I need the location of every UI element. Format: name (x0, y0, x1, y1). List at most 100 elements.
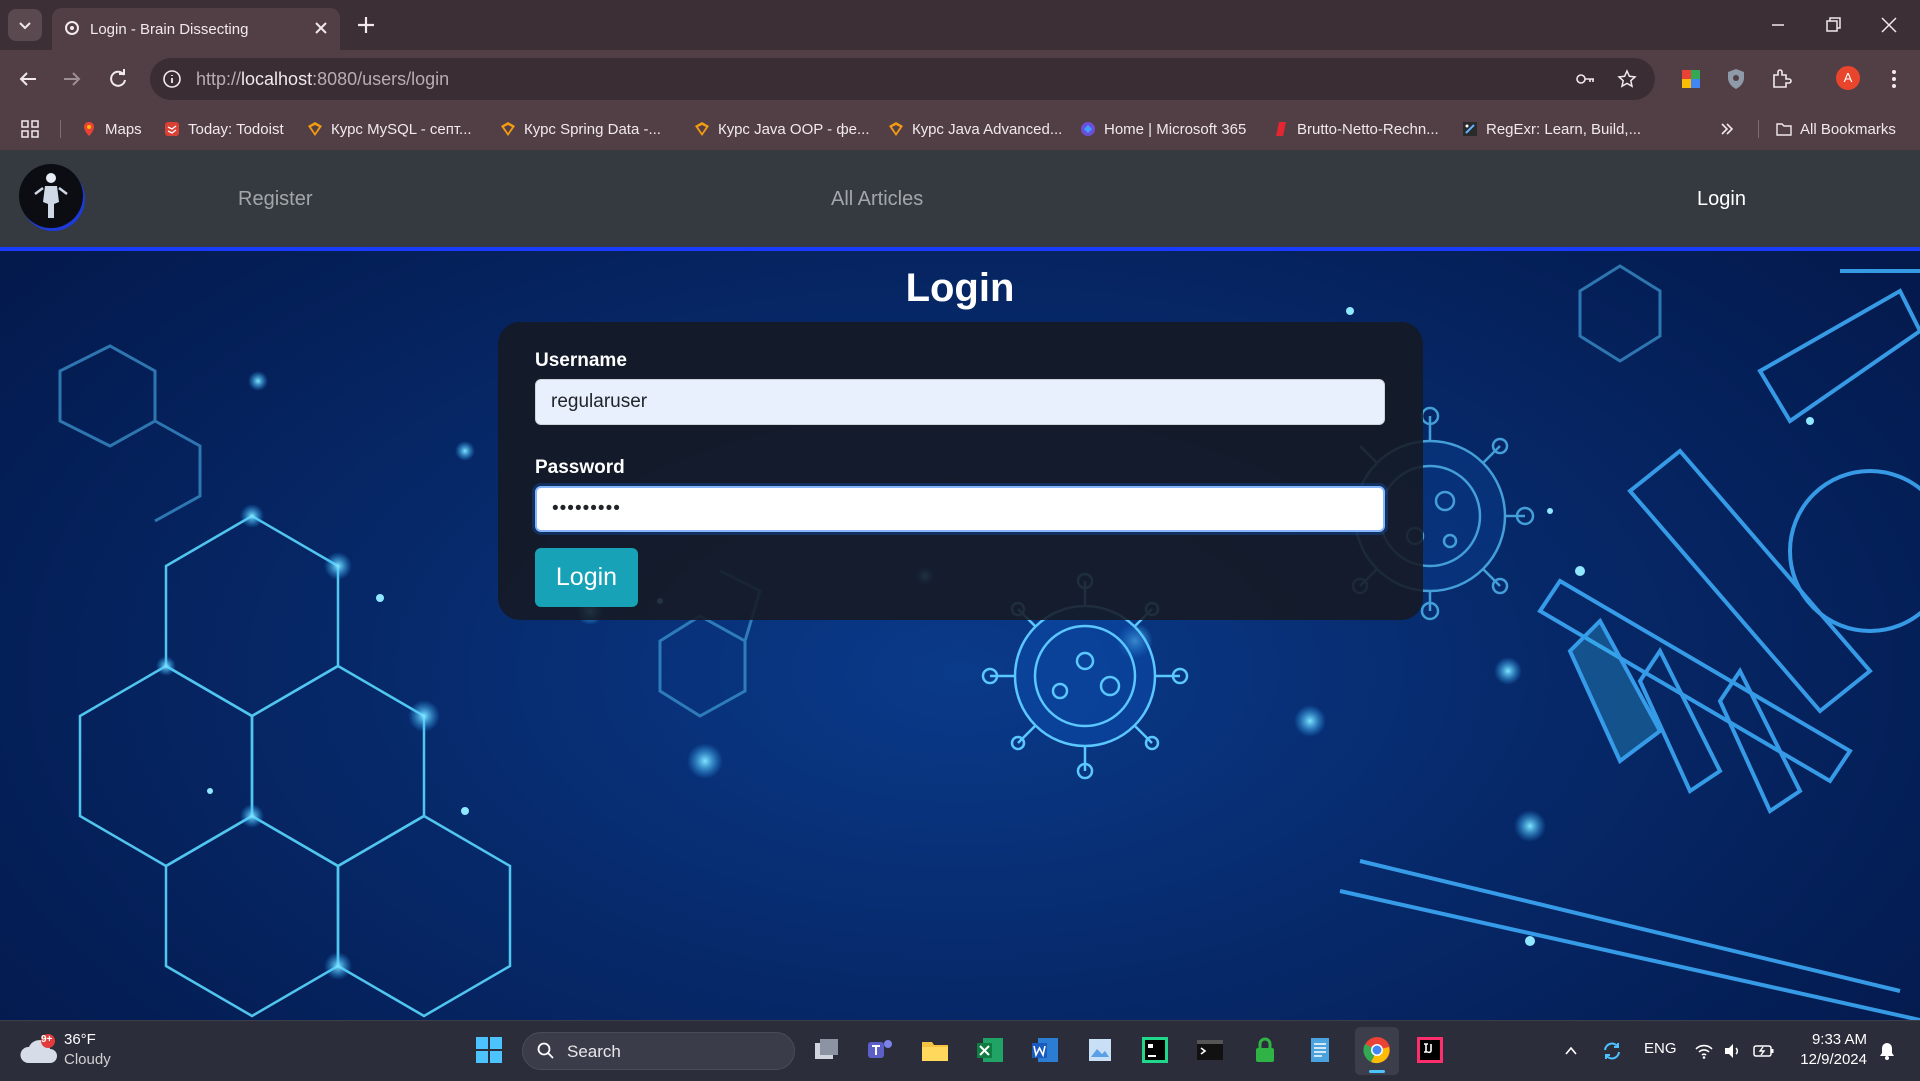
bookmark-java-oop-course[interactable]: Курс Java OOP - фе... (694, 118, 870, 140)
softuni-icon (695, 122, 709, 136)
password-label: Password (535, 457, 625, 478)
minimize-icon[interactable] (1766, 13, 1790, 37)
bookmarks-divider (60, 120, 61, 138)
bookmark-brutto-netto[interactable]: Brutto-Netto-Rechn... (1273, 118, 1439, 140)
site-info-icon[interactable] (162, 69, 182, 89)
pycharm-icon[interactable] (1140, 1035, 1170, 1065)
volume-icon[interactable] (1722, 1041, 1742, 1061)
windows-start-icon[interactable] (474, 1035, 504, 1065)
bookmark-label: Курс Spring Data -... (524, 120, 661, 138)
login-submit-button[interactable]: Login (535, 548, 638, 607)
chrome-taskbar-active[interactable] (1355, 1027, 1399, 1075)
restore-icon[interactable] (1821, 13, 1845, 37)
bookmark-java-advanced-course[interactable]: Курс Java Advanced... (888, 118, 1062, 140)
windows-taskbar: 9+ 36°F Cloudy Search ENG 9:33 AM 12/9/2… (0, 1020, 1920, 1081)
search-icon (537, 1042, 554, 1059)
tab-title: Login - Brain Dissecting (90, 21, 249, 38)
nav-register-link[interactable]: Register (238, 188, 312, 211)
username-input[interactable] (535, 379, 1385, 425)
active-app-indicator (1369, 1070, 1385, 1073)
task-view-icon[interactable] (811, 1035, 841, 1065)
bookmark-regexr[interactable]: RegExr: Learn, Build,... (1462, 118, 1641, 140)
notepad-icon[interactable] (1305, 1035, 1335, 1065)
weather-badge: 9+ (41, 1034, 53, 1045)
browser-tab-strip: Login - Brain Dissecting (0, 0, 1920, 50)
extension-colorful-icon[interactable] (1679, 67, 1703, 91)
nav-login-link[interactable]: Login (1697, 188, 1746, 211)
page-title: Login (905, 266, 1015, 310)
lock-app-icon[interactable] (1250, 1035, 1280, 1065)
calculator-icon (1276, 122, 1286, 136)
extensions-puzzle-icon[interactable] (1769, 67, 1793, 91)
maps-icon (84, 122, 94, 136)
bookmark-mysql-course[interactable]: Курс MySQL - септ... (307, 118, 472, 140)
bookmark-spring-data-course[interactable]: Курс Spring Data -... (500, 118, 661, 140)
bookmark-todoist[interactable]: Today: Todoist (164, 118, 284, 140)
bookmark-star-icon[interactable] (1617, 69, 1637, 89)
username-label: Username (535, 350, 627, 371)
browser-tab-active[interactable]: Login - Brain Dissecting (52, 8, 340, 50)
teams-icon[interactable] (865, 1035, 895, 1065)
bookmark-maps[interactable]: Maps (81, 118, 142, 140)
back-arrow-icon[interactable] (16, 67, 40, 91)
language-indicator[interactable]: ENG (1644, 1040, 1677, 1057)
excel-icon[interactable] (975, 1035, 1005, 1065)
more-menu-icon[interactable] (1882, 67, 1906, 91)
softuni-icon (308, 122, 322, 136)
weather-temperature: 36°F (64, 1031, 96, 1048)
forward-arrow-icon[interactable] (60, 67, 84, 91)
reload-icon[interactable] (106, 67, 130, 91)
chevron-double-right-icon[interactable] (1719, 121, 1735, 137)
bookmark-label: Home | Microsoft 365 (1104, 120, 1247, 138)
site-logo[interactable] (19, 164, 83, 228)
tab-search-button[interactable] (8, 9, 42, 41)
regexr-icon (1463, 122, 1477, 136)
terminal-icon[interactable] (1195, 1035, 1225, 1065)
notification-bell-icon[interactable] (1877, 1041, 1897, 1061)
bookmark-label: Maps (105, 120, 142, 138)
file-explorer-icon[interactable] (920, 1035, 950, 1065)
wifi-icon[interactable] (1694, 1041, 1714, 1061)
window-close-icon[interactable] (1877, 13, 1901, 37)
close-icon[interactable] (312, 19, 330, 37)
folder-icon (1776, 123, 1792, 136)
clock-date[interactable]: 12/9/2024 (1796, 1051, 1867, 1068)
softuni-icon (501, 122, 515, 136)
weather-condition: Cloudy (64, 1051, 111, 1068)
sync-icon[interactable] (1601, 1040, 1623, 1062)
intellij-icon[interactable] (1415, 1035, 1445, 1065)
password-key-icon[interactable] (1575, 69, 1595, 89)
bookmark-label: Brutto-Netto-Rechn... (1297, 120, 1439, 138)
todoist-icon (165, 122, 179, 136)
chrome-icon (1363, 1037, 1390, 1064)
word-icon[interactable] (1030, 1035, 1060, 1065)
shield-extension-icon[interactable] (1724, 67, 1748, 91)
softuni-icon (889, 122, 903, 136)
all-bookmarks-button[interactable]: All Bookmarks (1776, 118, 1896, 140)
apps-grid-icon[interactable] (21, 120, 39, 138)
chevron-down-icon (19, 22, 31, 30)
search-label: Search (567, 1042, 621, 1061)
all-bookmarks-label: All Bookmarks (1800, 120, 1896, 138)
page-viewport: Register All Articles Login Login Userna… (0, 150, 1920, 1020)
chevron-up-icon[interactable] (1563, 1043, 1579, 1059)
bookmark-label: Курс MySQL - септ... (331, 120, 472, 138)
photos-icon[interactable] (1085, 1035, 1115, 1065)
taskbar-search[interactable]: Search (522, 1032, 795, 1070)
battery-charging-icon[interactable] (1753, 1041, 1775, 1061)
login-form: Username Password Login (498, 322, 1423, 620)
profile-avatar[interactable]: A (1836, 66, 1860, 90)
site-navbar: Register All Articles Login (0, 150, 1920, 251)
clock-time[interactable]: 9:33 AM (1809, 1031, 1867, 1048)
microsoft365-icon (1081, 122, 1095, 136)
address-bar[interactable]: http://localhost:8080/users/login (150, 58, 1655, 100)
password-input[interactable] (535, 486, 1385, 532)
globe-icon (65, 21, 79, 35)
browser-toolbar: http://localhost:8080/users/login A (0, 50, 1920, 108)
new-tab-plus-icon[interactable] (355, 14, 377, 36)
bookmarks-divider (1758, 120, 1759, 138)
nav-all-articles-link[interactable]: All Articles (831, 188, 923, 211)
bookmark-label: Курс Java Advanced... (912, 120, 1063, 138)
bookmark-microsoft-365[interactable]: Home | Microsoft 365 (1080, 118, 1246, 140)
bookmark-label: RegExr: Learn, Build,... (1486, 120, 1642, 138)
